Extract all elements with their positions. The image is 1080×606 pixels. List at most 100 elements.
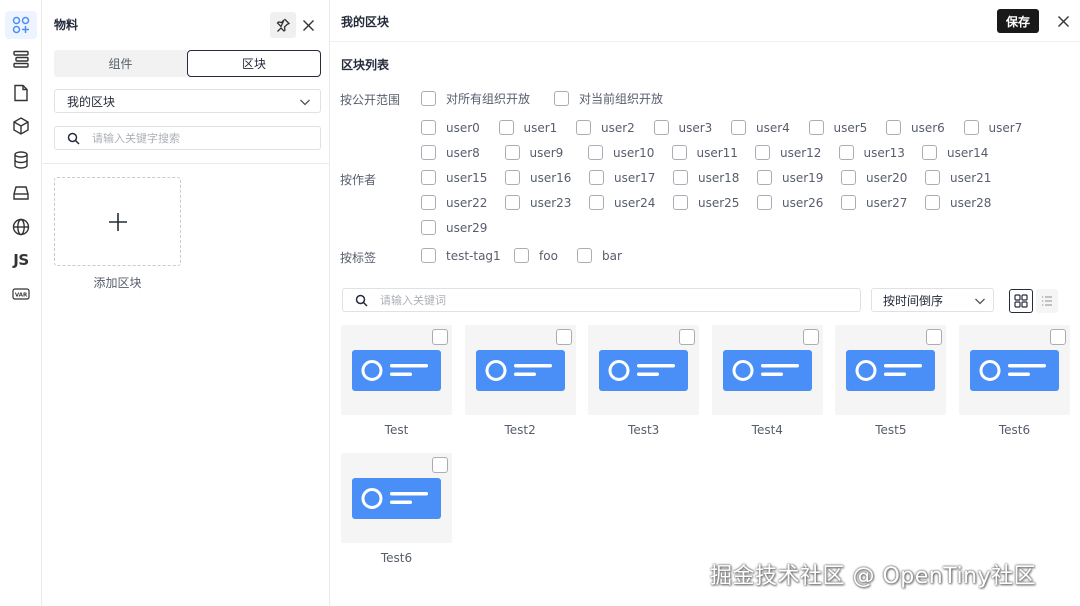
- block-thumbnail[interactable]: [464, 325, 576, 415]
- panel-close-button[interactable]: [299, 16, 317, 34]
- rail-i18n[interactable]: [5, 213, 37, 241]
- checkbox[interactable]: [589, 170, 604, 185]
- block-thumbnail[interactable]: [341, 325, 452, 415]
- checkbox[interactable]: [421, 170, 436, 185]
- checkbox[interactable]: [673, 195, 688, 210]
- rail-variables[interactable]: VAR: [5, 280, 37, 308]
- block-select-checkbox[interactable]: [1050, 329, 1066, 345]
- pin-button[interactable]: [270, 12, 296, 38]
- block-card[interactable]: Test4: [711, 325, 823, 437]
- rail-components[interactable]: [5, 11, 37, 39]
- tab-components[interactable]: 组件: [54, 50, 187, 77]
- block-select-checkbox[interactable]: [926, 329, 943, 345]
- checkbox[interactable]: [925, 195, 940, 210]
- checkbox[interactable]: [757, 170, 772, 185]
- checkbox[interactable]: [838, 145, 854, 160]
- checkbox[interactable]: [421, 145, 436, 160]
- author-option[interactable]: user10: [588, 145, 654, 160]
- checkbox[interactable]: [731, 120, 746, 135]
- checkbox[interactable]: [498, 120, 514, 135]
- rail-js[interactable]: JS: [5, 246, 37, 274]
- block-card[interactable]: Test3: [588, 325, 700, 437]
- author-option[interactable]: user12: [755, 145, 821, 160]
- block-thumbnail[interactable]: [711, 325, 823, 415]
- block-thumbnail[interactable]: [835, 325, 947, 415]
- author-option[interactable]: user22: [421, 195, 487, 210]
- author-option[interactable]: user4: [731, 120, 790, 135]
- checkbox[interactable]: [504, 145, 520, 160]
- tag-option[interactable]: bar: [577, 248, 622, 263]
- checkbox[interactable]: [841, 195, 856, 210]
- author-option[interactable]: user18: [673, 170, 739, 185]
- block-group-select[interactable]: 我的区块: [54, 89, 321, 113]
- checkbox[interactable]: [505, 195, 520, 210]
- rail-blocks[interactable]: [5, 112, 37, 140]
- block-thumbnail[interactable]: [959, 325, 1070, 415]
- checkbox[interactable]: [963, 120, 979, 135]
- author-option[interactable]: user26: [757, 195, 823, 210]
- scope-option[interactable]: 对所有组织开放: [421, 90, 530, 107]
- block-select-checkbox[interactable]: [802, 329, 819, 345]
- checkbox[interactable]: [886, 120, 901, 135]
- block-thumbnail[interactable]: [588, 325, 700, 415]
- checkbox[interactable]: [808, 120, 824, 135]
- checkbox[interactable]: [577, 248, 592, 263]
- author-option[interactable]: user0: [421, 120, 480, 135]
- tab-blocks[interactable]: 区块: [187, 50, 321, 77]
- checkbox[interactable]: [505, 170, 520, 185]
- rail-layers[interactable]: [5, 45, 37, 73]
- author-option[interactable]: user16: [505, 170, 571, 185]
- author-option[interactable]: user27: [841, 195, 907, 210]
- checkbox[interactable]: [757, 195, 772, 210]
- author-option[interactable]: user25: [673, 195, 739, 210]
- author-option[interactable]: user23: [505, 195, 571, 210]
- list-view-button[interactable]: [1036, 289, 1058, 313]
- author-option[interactable]: user9: [504, 145, 563, 160]
- rail-pages[interactable]: [5, 79, 37, 107]
- checkbox[interactable]: [841, 170, 856, 185]
- checkbox[interactable]: [421, 120, 436, 135]
- tag-option[interactable]: test-tag1: [421, 248, 501, 263]
- keyword-search-input[interactable]: [380, 293, 820, 307]
- main-close-button[interactable]: [1054, 12, 1072, 30]
- author-option[interactable]: user21: [925, 170, 991, 185]
- author-option[interactable]: user6: [886, 120, 945, 135]
- checkbox[interactable]: [671, 145, 687, 160]
- block-card[interactable]: Test5: [835, 325, 947, 437]
- author-option[interactable]: user5: [808, 120, 867, 135]
- author-option[interactable]: user1: [498, 120, 557, 135]
- author-option[interactable]: user29: [421, 220, 487, 235]
- checkbox[interactable]: [925, 170, 940, 185]
- block-select-checkbox[interactable]: [432, 457, 448, 473]
- tag-option[interactable]: foo: [514, 248, 558, 263]
- author-option[interactable]: user20: [841, 170, 907, 185]
- checkbox[interactable]: [421, 91, 436, 106]
- checkbox[interactable]: [755, 145, 770, 160]
- author-option[interactable]: user8: [421, 145, 480, 160]
- grid-view-button[interactable]: [1009, 289, 1033, 313]
- author-option[interactable]: user15: [421, 170, 487, 185]
- rail-database[interactable]: [5, 146, 37, 174]
- rail-storage[interactable]: [5, 179, 37, 207]
- checkbox[interactable]: [588, 145, 603, 160]
- block-card[interactable]: Test6: [341, 453, 452, 565]
- scope-option[interactable]: 对当前组织开放: [554, 90, 663, 107]
- author-option[interactable]: user2: [576, 120, 635, 135]
- checkbox[interactable]: [576, 120, 591, 135]
- checkbox[interactable]: [421, 248, 436, 263]
- author-option[interactable]: user19: [757, 170, 823, 185]
- author-option[interactable]: user14: [922, 145, 988, 160]
- add-block-button[interactable]: [54, 177, 181, 266]
- block-select-checkbox[interactable]: [432, 329, 448, 345]
- block-thumbnail[interactable]: [341, 453, 452, 543]
- checkbox[interactable]: [589, 195, 604, 210]
- checkbox[interactable]: [673, 170, 688, 185]
- block-card[interactable]: Test: [341, 325, 452, 437]
- author-option[interactable]: user17: [589, 170, 655, 185]
- checkbox[interactable]: [421, 220, 436, 235]
- author-option[interactable]: user24: [589, 195, 655, 210]
- sort-select[interactable]: 按时间倒序: [871, 288, 994, 312]
- save-button[interactable]: 保存: [997, 9, 1039, 33]
- block-card[interactable]: Test6: [959, 325, 1070, 437]
- author-option[interactable]: user28: [925, 195, 991, 210]
